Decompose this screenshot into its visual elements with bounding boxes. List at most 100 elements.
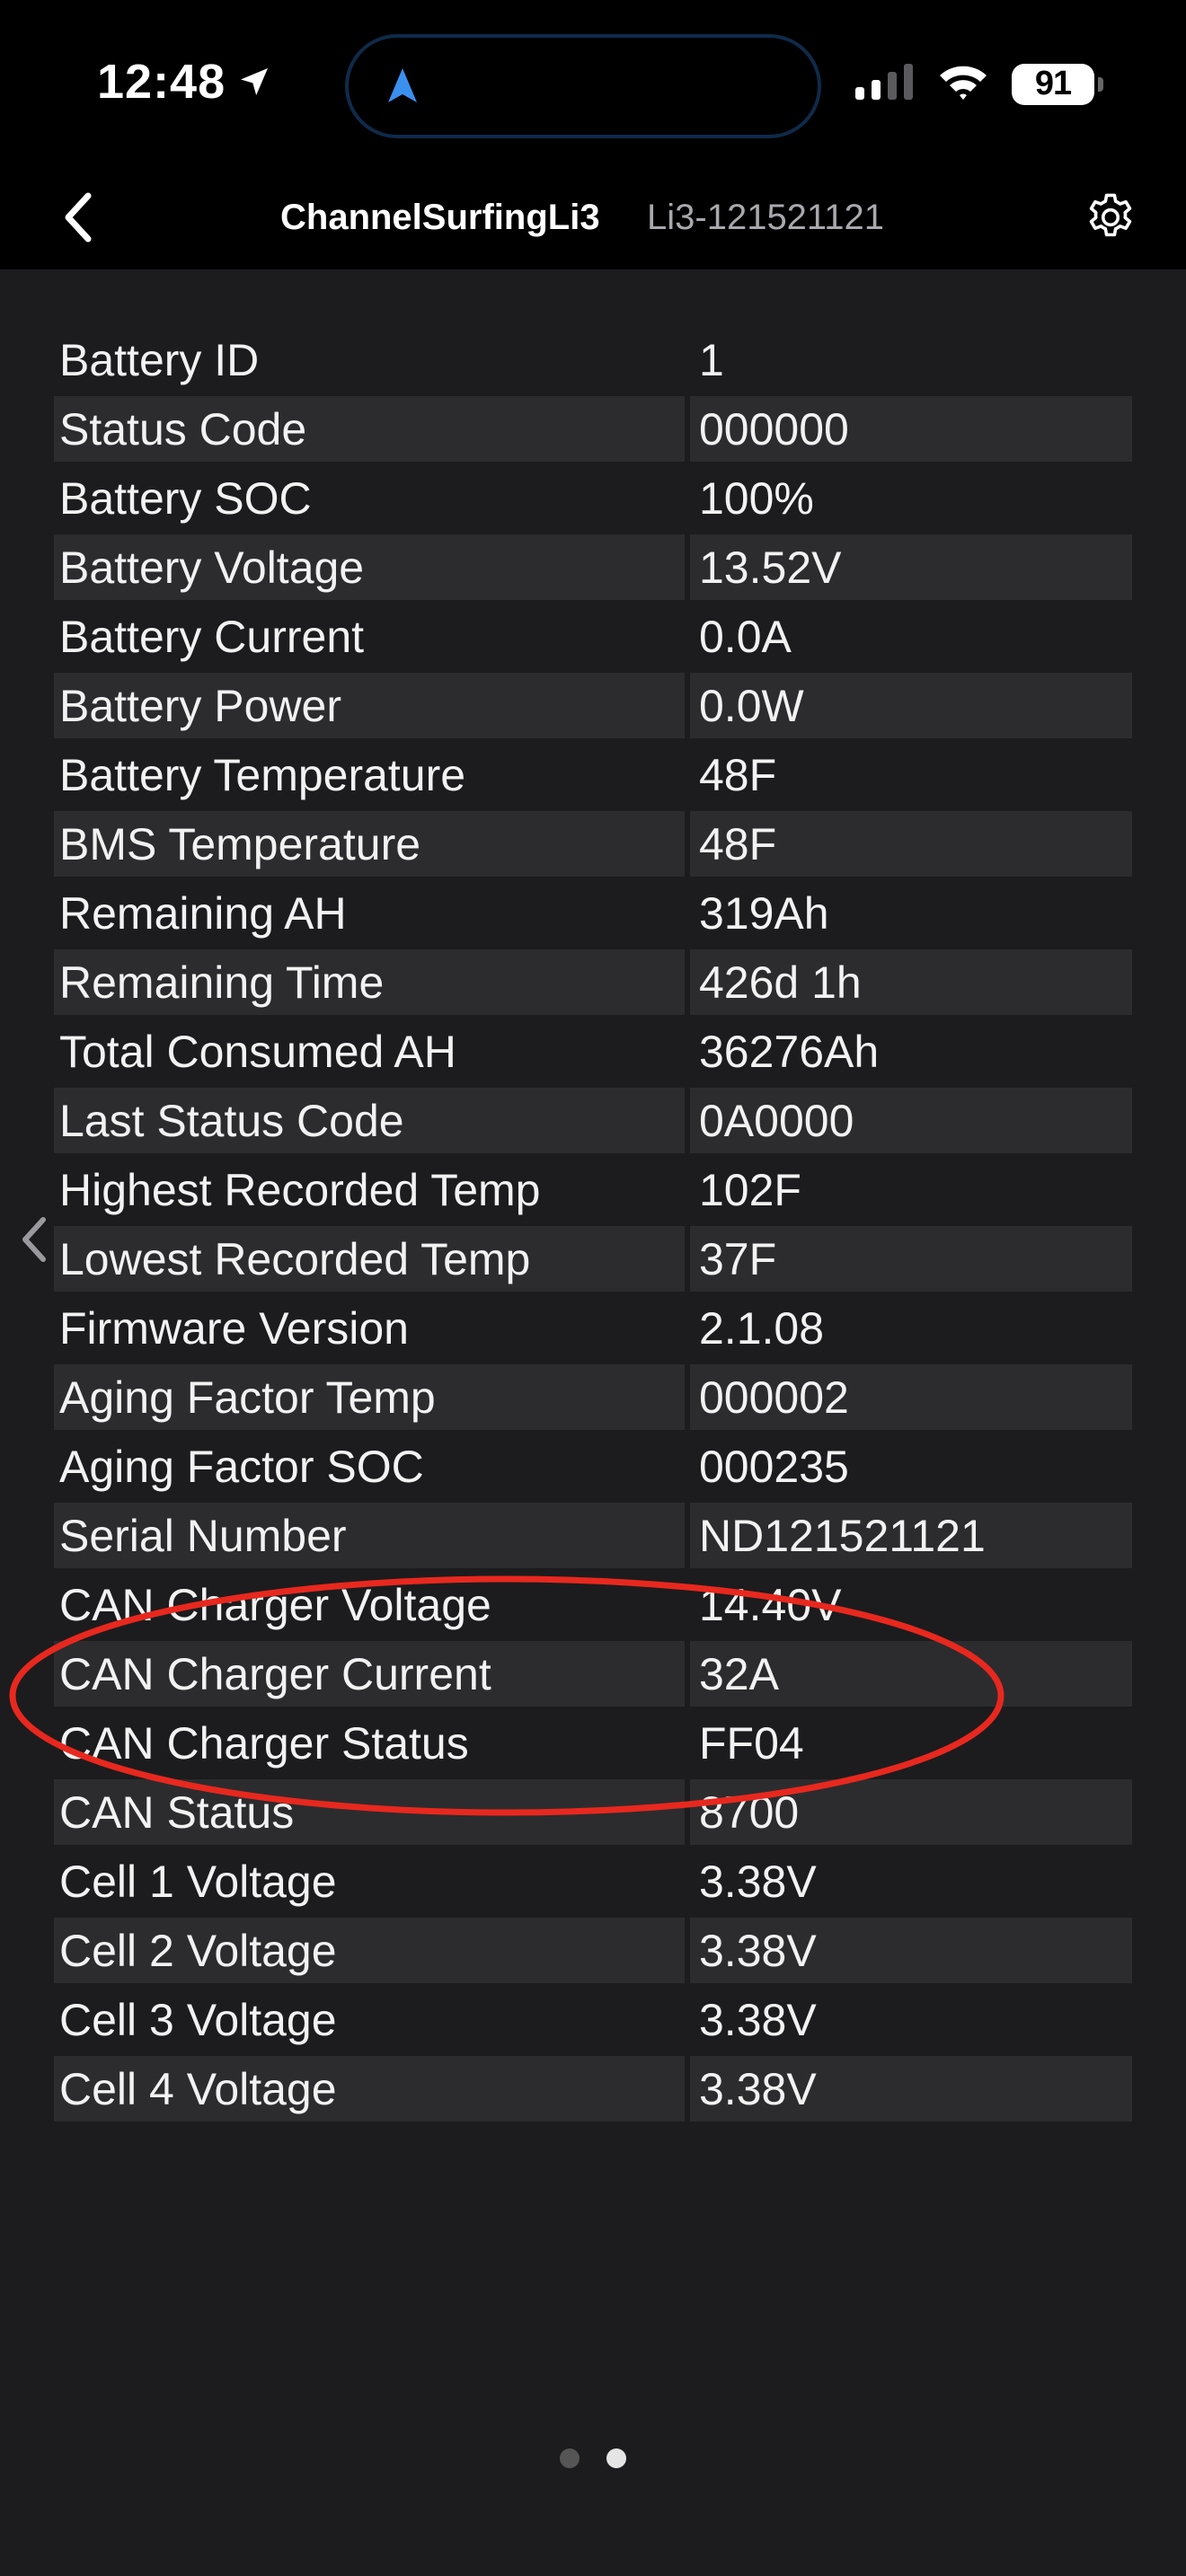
- table-row: Remaining AH 319Ah: [54, 878, 1132, 948]
- row-label: CAN Charger Voltage: [59, 1579, 491, 1630]
- battery-icon: 91: [1012, 63, 1103, 105]
- row-label: Battery SOC: [59, 472, 312, 524]
- battery-nub: [1098, 76, 1103, 92]
- row-value: 100%: [699, 472, 814, 524]
- row-label: Aging Factor Temp: [54, 1364, 685, 1430]
- row-value: 319Ah: [699, 887, 829, 939]
- row-value: 000235: [699, 1441, 849, 1492]
- table-row: Firmware Version 2.1.08: [54, 1293, 1132, 1363]
- row-value: 3.38V: [690, 1918, 1132, 1983]
- row-label: Serial Number: [54, 1503, 685, 1568]
- table-row: Total Consumed AH 36276Ah: [54, 1017, 1132, 1086]
- page-dot-1[interactable]: [560, 2448, 580, 2468]
- row-label: Cell 3 Voltage: [59, 1994, 337, 2045]
- table-row: Battery Current 0.0A: [54, 602, 1132, 671]
- row-value: 37F: [690, 1226, 1132, 1292]
- dynamic-island[interactable]: [345, 34, 821, 138]
- table-row: Battery Temperature 48F: [54, 740, 1132, 809]
- row-value: 32A: [690, 1641, 1132, 1707]
- table-row: Lowest Recorded Temp 37F: [54, 1224, 1132, 1293]
- location-arrow-icon: [236, 64, 272, 100]
- row-value: 48F: [690, 811, 1132, 877]
- row-label: CAN Status: [54, 1779, 685, 1845]
- clock: 12:48: [97, 54, 272, 110]
- table-row: Serial Number ND121521121: [54, 1501, 1132, 1570]
- row-value: 0.0W: [690, 673, 1132, 738]
- status-bar: 12:48 91: [0, 0, 1186, 171]
- row-label: Battery Power: [54, 673, 685, 738]
- row-label: Firmware Version: [59, 1302, 409, 1354]
- table-row: Status Code 000000: [54, 394, 1132, 463]
- table-row: Highest Recorded Temp 102F: [54, 1155, 1132, 1224]
- row-value: 48F: [699, 749, 777, 800]
- table-row: Remaining Time 426d 1h: [54, 948, 1132, 1017]
- wifi-icon: [938, 63, 988, 105]
- row-label: Battery ID: [59, 334, 260, 385]
- row-value: 426d 1h: [690, 949, 1132, 1015]
- battery-details-page[interactable]: Battery ID 1 Status Code 000000 Battery SOC 1…: [0, 269, 1186, 2576]
- cellular-signal-icon: [855, 64, 915, 104]
- table-row: CAN Charger Voltage 14.40V: [54, 1570, 1132, 1639]
- row-value: 8700: [690, 1779, 1132, 1845]
- row-value: 000000: [690, 396, 1132, 462]
- row-value: 2.1.08: [699, 1302, 825, 1354]
- row-label: Battery Temperature: [59, 749, 466, 800]
- battery-data-table: Battery ID 1 Status Code 000000 Battery SOC 1…: [54, 325, 1132, 2123]
- row-label: Last Status Code: [54, 1088, 685, 1153]
- table-row: Cell 4 Voltage 3.38V: [54, 2054, 1132, 2123]
- gear-icon: [1083, 190, 1138, 250]
- table-row: Cell 2 Voltage 3.38V: [54, 1916, 1132, 1985]
- row-label: CAN Charger Status: [59, 1717, 469, 1769]
- table-row: CAN Charger Status FF04: [54, 1708, 1132, 1778]
- row-label: Highest Recorded Temp: [59, 1164, 541, 1215]
- table-row: CAN Status 8700: [54, 1778, 1132, 1847]
- row-label: Remaining Time: [54, 949, 685, 1015]
- row-label: Battery Voltage: [54, 534, 685, 600]
- row-label: Status Code: [54, 396, 685, 462]
- row-label: Aging Factor SOC: [59, 1441, 424, 1492]
- row-label: Battery Current: [59, 611, 365, 662]
- battery-level: 91: [1012, 63, 1094, 105]
- table-row: Cell 3 Voltage 3.38V: [54, 1985, 1132, 2054]
- settings-button[interactable]: [1075, 183, 1146, 255]
- row-value: 1: [699, 334, 724, 385]
- row-value: 000002: [690, 1364, 1132, 1430]
- row-value: 0.0A: [699, 611, 792, 662]
- row-label: Remaining AH: [59, 887, 347, 939]
- row-value: FF04: [699, 1717, 804, 1769]
- table-row: Last Status Code 0A0000: [54, 1086, 1132, 1155]
- row-value: ND121521121: [690, 1503, 1132, 1568]
- status-icons: 91: [855, 63, 1103, 105]
- row-value: 13.52V: [690, 534, 1132, 600]
- row-label: Cell 2 Voltage: [54, 1918, 685, 1983]
- table-row: Battery Voltage 13.52V: [54, 533, 1132, 602]
- previous-page-icon[interactable]: [16, 1213, 52, 1266]
- page-indicator[interactable]: [0, 2448, 1186, 2468]
- table-row: CAN Charger Current 32A: [54, 1639, 1132, 1708]
- navigation-icon: [381, 65, 424, 112]
- row-label: Cell 4 Voltage: [54, 2056, 685, 2122]
- row-label: Total Consumed AH: [59, 1026, 456, 1077]
- row-label: CAN Charger Current: [54, 1641, 685, 1707]
- table-row: Battery ID 1: [54, 325, 1132, 394]
- row-label: Lowest Recorded Temp: [54, 1226, 685, 1292]
- back-button[interactable]: [43, 183, 115, 255]
- row-value: 102F: [699, 1164, 801, 1215]
- table-row: Battery SOC 100%: [54, 463, 1132, 533]
- row-value: 3.38V: [690, 2056, 1132, 2122]
- page-dot-2[interactable]: [606, 2448, 626, 2468]
- table-row: Cell 1 Voltage 3.38V: [54, 1847, 1132, 1916]
- table-row: Aging Factor Temp 000002: [54, 1363, 1132, 1432]
- row-value: 36276Ah: [699, 1026, 880, 1077]
- row-value: 3.38V: [699, 1994, 817, 2045]
- table-row: Battery Power 0.0W: [54, 671, 1132, 740]
- navigation-bar: ChannelSurfingLi3 Li3-121521121: [0, 171, 1186, 269]
- row-label: BMS Temperature: [54, 811, 685, 877]
- row-value: 3.38V: [699, 1856, 817, 1907]
- clock-time: 12:48: [97, 55, 226, 109]
- row-value: 14.40V: [699, 1579, 842, 1630]
- device-id: Li3-121521121: [647, 198, 884, 237]
- row-label: Cell 1 Voltage: [59, 1856, 337, 1907]
- page-title: ChannelSurfingLi3: [280, 198, 600, 237]
- chevron-left-icon: [63, 192, 95, 247]
